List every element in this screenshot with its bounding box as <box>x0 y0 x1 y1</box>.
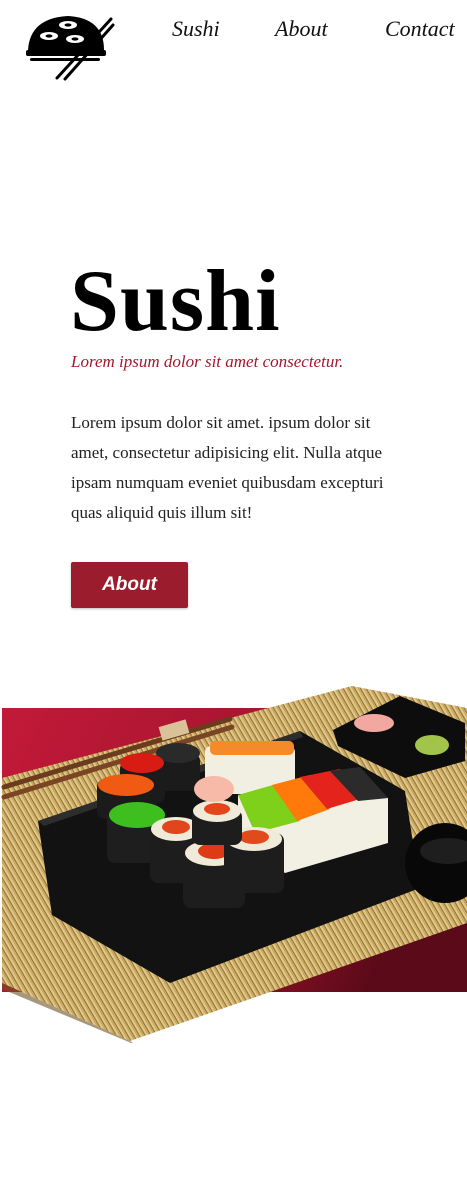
sushi-platter-image <box>1 686 467 1043</box>
nav-link-about[interactable]: About <box>275 14 328 44</box>
hero-subtitle: Lorem ipsum dolor sit amet consectetur. <box>71 352 344 371</box>
nav-link-sushi[interactable]: Sushi <box>172 14 220 44</box>
about-button[interactable]: About <box>71 562 188 608</box>
site-header: Sushi About Contact <box>0 0 467 90</box>
main-nav: Sushi About Contact <box>0 14 467 44</box>
hero-description: Lorem ipsum dolor sit amet. ipsum dolor … <box>71 413 384 522</box>
hero-title: Sushi <box>70 253 281 350</box>
nav-link-contact[interactable]: Contact <box>385 14 455 44</box>
